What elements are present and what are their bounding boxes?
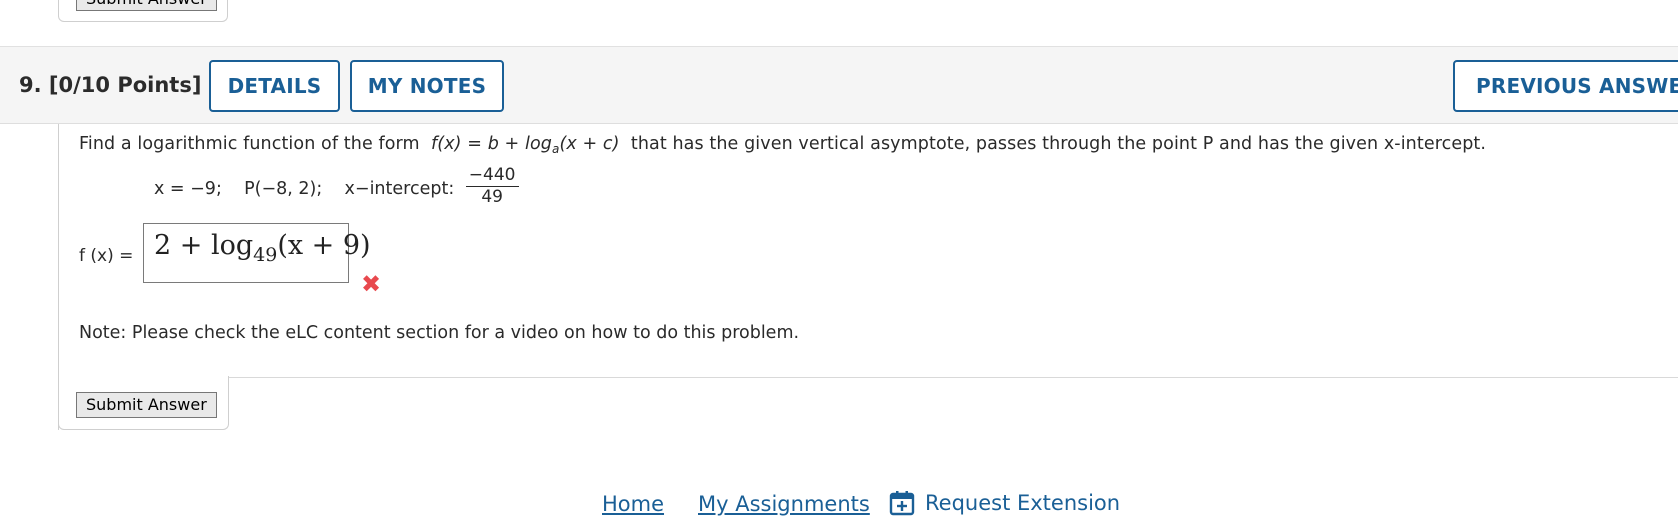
request-extension-link[interactable]: Request Extension xyxy=(889,490,1120,516)
intercept-denominator: 49 xyxy=(481,187,503,207)
calendar-plus-icon xyxy=(889,491,915,516)
intercept-numerator: −440 xyxy=(465,165,519,187)
home-link[interactable]: Home xyxy=(602,492,664,516)
details-button[interactable]: DETAILS xyxy=(209,60,340,112)
divider xyxy=(228,377,1678,378)
my-assignments-link[interactable]: My Assignments xyxy=(698,492,870,516)
answer-value-base: 49 xyxy=(253,244,278,266)
help-note: Note: Please check the eLC content secti… xyxy=(79,323,800,343)
function-form: f(x) = b + loga(x + c) xyxy=(431,134,620,156)
answer-value-main: 2 + log xyxy=(154,230,254,261)
prompt-suffix: that has the given vertical asymptote, p… xyxy=(630,134,1487,154)
question-body: Find a logarithmic function of the form … xyxy=(58,124,1678,430)
form-rhs-b: b + log xyxy=(487,134,552,154)
previous-answers-button[interactable]: PREVIOUS ANSWERS xyxy=(1453,60,1678,112)
previous-submit-answer-button[interactable]: Submit Answer xyxy=(76,0,217,11)
question-index: 9. xyxy=(19,73,42,97)
form-lhs: f(x) xyxy=(431,134,462,154)
intercept-fraction: −440 49 xyxy=(465,165,519,207)
form-rhs-rest: (x + c) xyxy=(559,134,620,154)
given-conditions: x = −9; P(−8, 2); x−intercept: −440 49 xyxy=(154,165,519,210)
my-notes-button[interactable]: MY NOTES xyxy=(350,60,504,112)
asymptote-text: x = −9; xyxy=(154,179,222,199)
x-mark-icon: ✖ xyxy=(361,270,382,298)
question-header: 9. [0/10 Points] DETAILS MY NOTES PREVIO… xyxy=(0,46,1678,124)
intercept-label: x−intercept: xyxy=(344,179,455,199)
request-extension-label: Request Extension xyxy=(925,491,1121,515)
point-text: P(−8, 2); xyxy=(244,179,323,199)
question-points: [0/10 Points] xyxy=(48,73,202,97)
submit-answer-button[interactable]: Submit Answer xyxy=(76,392,217,418)
prompt-prefix: Find a logarithmic function of the form xyxy=(79,134,420,154)
answer-input[interactable]: 2 + log49(x + 9) xyxy=(143,223,371,283)
answer-value-arg: (x + 9) xyxy=(277,230,371,261)
question-number: 9. [0/10 Points] xyxy=(19,73,201,97)
answer-label: f (x) = xyxy=(79,246,134,266)
question-prompt: Find a logarithmic function of the form … xyxy=(79,134,1486,156)
